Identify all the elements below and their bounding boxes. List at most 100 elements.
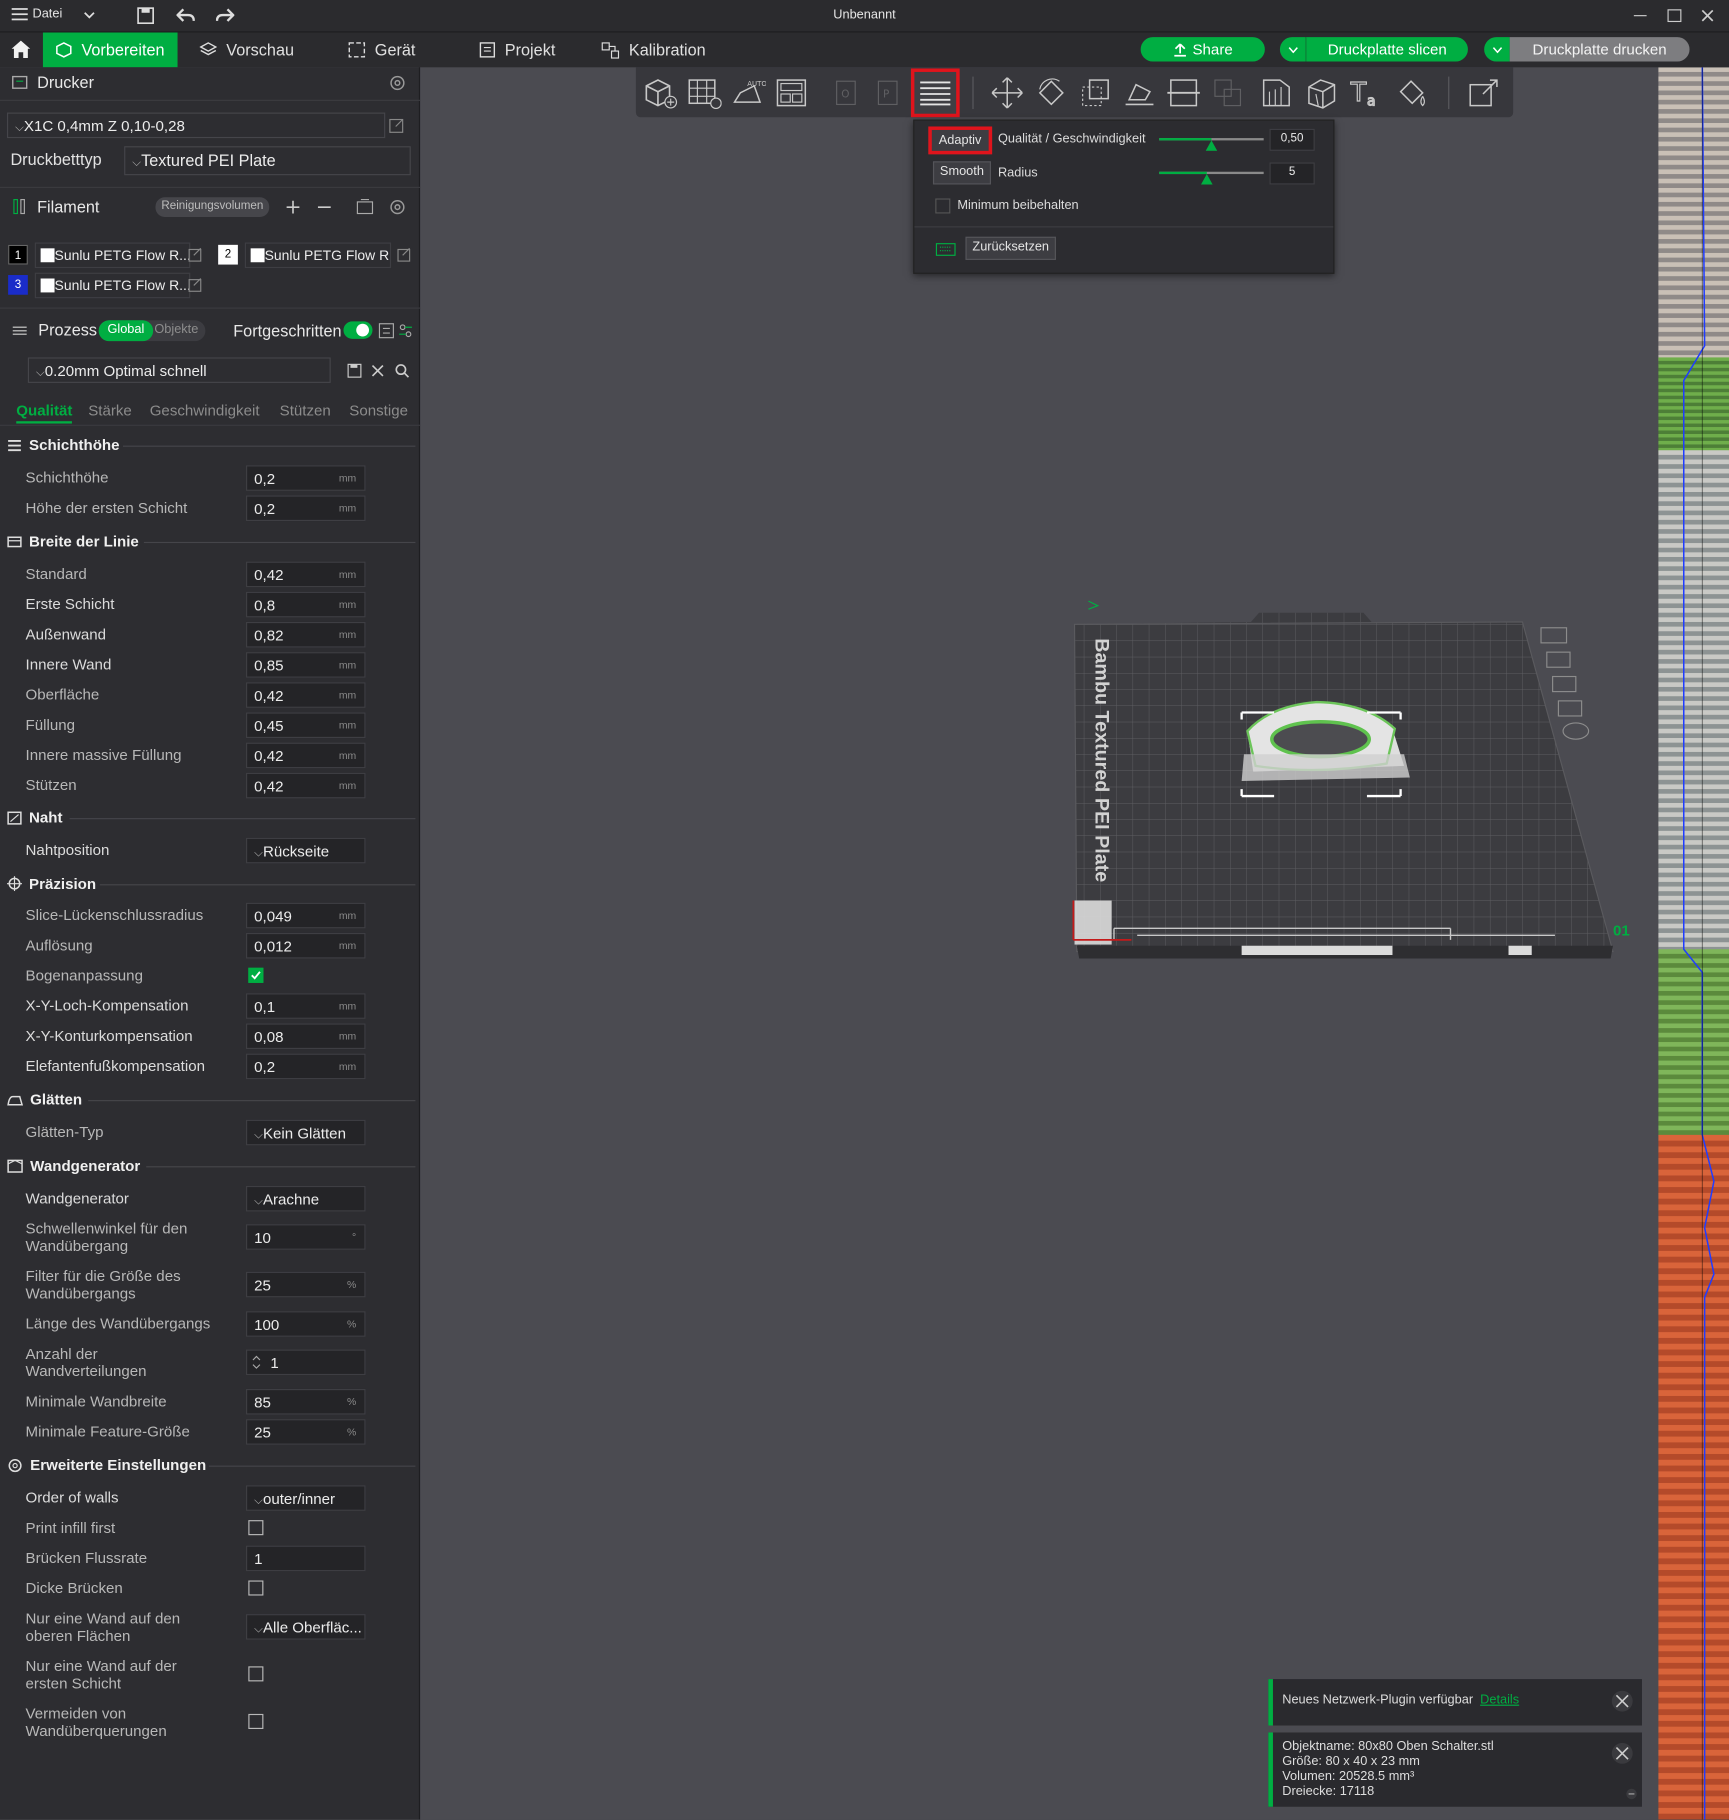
bed-type-select[interactable]: ⌵Textured PEI Plate	[124, 146, 411, 176]
support-paint-button[interactable]	[1257, 73, 1296, 112]
save-preset-icon[interactable]	[347, 363, 362, 378]
remove-icon[interactable]	[317, 200, 332, 215]
search-icon[interactable]	[395, 363, 410, 378]
purge-volume-button[interactable]: Reinigungsvolumen	[155, 197, 270, 217]
layer-height-profile[interactable]	[1658, 67, 1729, 1820]
layer-height-field[interactable]: 0,2 mm	[246, 465, 366, 491]
edit-icon[interactable]	[188, 247, 203, 262]
auto-orient-button[interactable]: AUTO	[729, 73, 768, 112]
adaptive-button[interactable]: Adaptiv	[928, 126, 992, 155]
cut-button[interactable]	[1164, 73, 1203, 112]
compare-icon[interactable]	[378, 323, 394, 339]
transition-filter-field[interactable]: 25%	[246, 1271, 366, 1298]
gear-icon[interactable]	[389, 198, 406, 215]
stepper-arrows-icon[interactable]	[252, 1354, 261, 1370]
scale-button[interactable]	[1076, 73, 1115, 112]
radius-value-field[interactable]: 5	[1269, 162, 1315, 185]
min-wall-width-field[interactable]: 85%	[246, 1388, 366, 1415]
tab-stuetzen[interactable]: Stützen	[280, 401, 331, 418]
reset-button[interactable]: Zurücksetzen	[965, 236, 1057, 260]
seam-paint-button[interactable]	[1302, 73, 1341, 112]
one-wall-top-select[interactable]: ⌵Alle Oberfläc...	[246, 1614, 366, 1640]
seam-position-select[interactable]: ⌵Rückseite	[246, 837, 366, 864]
tab-geraet[interactable]: Gerät	[348, 32, 415, 67]
line-width-outer-field[interactable]: 0,82 mm	[246, 621, 366, 648]
xy-hole-field[interactable]: 0,1 mm	[246, 993, 366, 1019]
rotate-button[interactable]	[1032, 73, 1071, 112]
ironing-type-select[interactable]: ⌵Kein Glätten	[246, 1119, 366, 1146]
gear-icon[interactable]	[389, 74, 406, 91]
wall-order-select[interactable]: ⌵outer/inner	[246, 1485, 366, 1511]
filament-item[interactable]: 2 Sunlu PETG Flow R...	[218, 242, 415, 269]
smooth-button[interactable]: Smooth	[932, 161, 991, 185]
wall-generator-select[interactable]: ⌵Arachne	[246, 1185, 366, 1212]
quality-value-field[interactable]: 0,50	[1269, 128, 1315, 151]
settings-tune-icon[interactable]	[398, 323, 413, 339]
tab-qualitaet[interactable]: Qualität	[16, 401, 73, 424]
collapse-icon[interactable]	[1626, 1788, 1638, 1800]
filament-item[interactable]: 1 Sunlu PETG Flow R...	[8, 242, 205, 269]
slice-dropdown-button[interactable]	[1279, 37, 1306, 62]
bridge-flow-field[interactable]: 1	[246, 1545, 366, 1572]
gap-closing-field[interactable]: 0,049 mm	[246, 902, 366, 929]
tab-staerke[interactable]: Stärke	[88, 401, 132, 418]
quality-slider[interactable]	[1159, 138, 1264, 151]
edit-icon[interactable]	[188, 277, 203, 292]
global-toggle[interactable]: Global	[98, 320, 154, 342]
line-width-top-field[interactable]: 0,42 mm	[246, 682, 366, 708]
tab-geschwindigkeit[interactable]: Geschwindigkeit	[150, 401, 260, 418]
min-feature-size-field[interactable]: 25%	[246, 1419, 366, 1445]
process-preset-select[interactable]: ⌵0.20mm Optimal schnell	[27, 357, 331, 383]
lay-on-face-button[interactable]	[1120, 73, 1159, 112]
maximize-button[interactable]	[1667, 9, 1682, 23]
first-layer-height-field[interactable]: 0,2 mm	[246, 495, 366, 522]
slider-thumb-icon[interactable]	[1205, 140, 1218, 151]
color-paint-button[interactable]	[1392, 73, 1431, 112]
tab-vorbereiten[interactable]: Vorbereiten	[42, 32, 178, 68]
assembly-view-button[interactable]	[1464, 73, 1503, 112]
line-width-default-field[interactable]: 0,42 mm	[246, 561, 366, 588]
tab-projekt[interactable]: Projekt	[479, 32, 555, 67]
edit-icon[interactable]	[397, 247, 412, 262]
print-dropdown-button[interactable]	[1484, 37, 1510, 62]
filament-item[interactable]: 3 Sunlu PETG Flow R...	[8, 272, 205, 299]
line-width-first-field[interactable]: 0,8 mm	[246, 591, 366, 618]
radius-slider[interactable]	[1159, 171, 1264, 185]
transition-length-field[interactable]: 100%	[246, 1311, 366, 1337]
line-width-support-field[interactable]: 0,42 mm	[246, 772, 366, 799]
add-object-button[interactable]	[641, 73, 680, 112]
xy-contour-field[interactable]: 0,08 mm	[246, 1023, 366, 1050]
thick-bridges-checkbox[interactable]	[248, 1580, 264, 1596]
keep-min-checkbox[interactable]	[935, 198, 951, 214]
close-window-icon[interactable]	[1701, 9, 1714, 22]
print-plate-button[interactable]: Druckplatte drucken	[1509, 37, 1690, 62]
advanced-toggle[interactable]	[343, 321, 373, 339]
add-icon[interactable]	[285, 200, 300, 215]
one-wall-first-checkbox[interactable]	[248, 1666, 264, 1682]
arc-fitting-checkbox[interactable]	[248, 967, 264, 983]
move-button[interactable]	[988, 73, 1027, 112]
share-button[interactable]: Share	[1140, 37, 1265, 62]
elephant-foot-field[interactable]: 0,2 mm	[246, 1053, 366, 1080]
resolution-field[interactable]: 0,012 mm	[246, 932, 366, 959]
close-icon[interactable]	[1611, 1742, 1634, 1765]
line-width-inner-field[interactable]: 0,85 mm	[246, 652, 366, 678]
variable-layer-height-button[interactable]	[910, 68, 960, 118]
close-icon[interactable]	[1611, 1690, 1634, 1713]
wall-distribution-stepper[interactable]: 1	[246, 1349, 366, 1376]
transition-angle-field[interactable]: 10 °	[246, 1224, 366, 1250]
slice-plate-button[interactable]: Druckplatte slicen	[1305, 37, 1468, 62]
close-icon[interactable]	[371, 364, 384, 377]
sync-ams-icon[interactable]	[356, 198, 374, 215]
details-link[interactable]: Details	[1480, 1693, 1519, 1707]
line-width-infill-field[interactable]: 0,45 mm	[246, 712, 366, 739]
objects-toggle[interactable]: Objekte	[154, 323, 198, 337]
home-icon[interactable]	[10, 39, 31, 59]
tab-sonstige[interactable]: Sonstige	[349, 401, 408, 418]
add-plate-button[interactable]	[685, 73, 724, 112]
text-button[interactable]: Ta	[1346, 73, 1385, 112]
edit-icon[interactable]	[389, 117, 405, 133]
arrange-button[interactable]	[772, 73, 811, 112]
avoid-crossing-checkbox[interactable]	[248, 1713, 264, 1729]
tab-vorschau[interactable]: Vorschau	[199, 32, 294, 67]
